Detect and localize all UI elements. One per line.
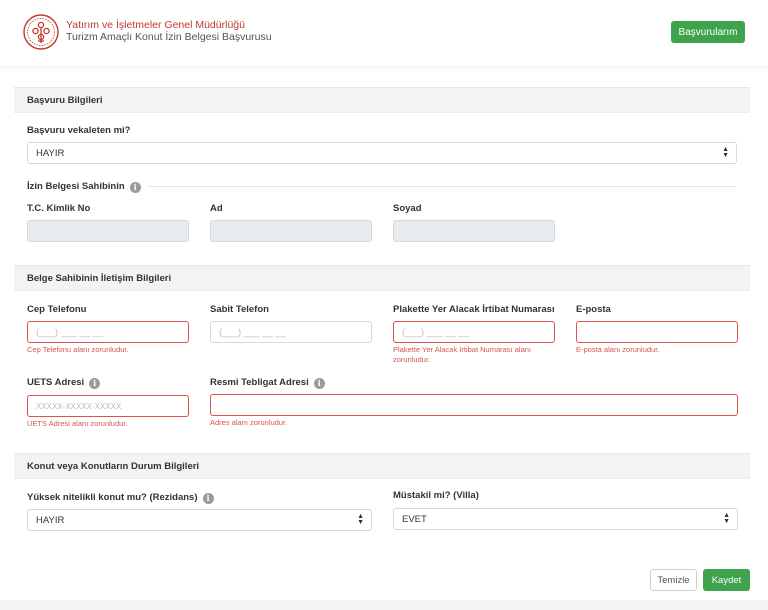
- residence-label: Yüksek nitelikli konut mu? (Rezidans): [27, 492, 198, 503]
- email-field[interactable]: [576, 321, 738, 343]
- email-error: E-posta alanı zorunludur.: [576, 345, 660, 354]
- app-subtitle: Turizm Amaçlı Konut İzin Belgesi Başvuru…: [66, 31, 272, 43]
- uets-field[interactable]: XXXXX-XXXXX-XXXXX: [27, 395, 189, 417]
- proxy-select[interactable]: HAYIR ▲ ▼: [27, 142, 737, 164]
- section-contact-info: Belge Sahibinin İletişim Bilgileri: [14, 265, 750, 291]
- mobile-phone-label: Cep Telefonu: [27, 304, 87, 315]
- heading-divider: [148, 186, 736, 187]
- plaque-phone-error: Plakette Yer Alacak İrtibat Numarası ala…: [393, 345, 531, 364]
- info-icon[interactable]: i: [129, 182, 141, 193]
- plaque-phone-label: Plakette Yer Alacak İrtibat Numarası: [393, 304, 555, 315]
- notice-address-error: Adres alanı zorunludur.: [210, 418, 288, 427]
- plaque-phone-field[interactable]: (___) ___ __ __: [393, 321, 555, 343]
- notice-address-label-row: Resmi Tebligat Adresi i: [210, 377, 325, 389]
- residence-label-row: Yüksek nitelikli konut mu? (Rezidans) i: [27, 492, 214, 504]
- residence-select[interactable]: HAYIR ▲ ▼: [27, 509, 372, 531]
- sort-arrows-icon: ▲ ▼: [357, 513, 364, 526]
- villa-select[interactable]: EVET ▲ ▼: [393, 508, 738, 530]
- tc-label: T.C. Kimlik No: [27, 203, 91, 214]
- mobile-phone-field[interactable]: (___) ___ __ __: [27, 321, 189, 343]
- first-name-label: Ad: [210, 203, 223, 214]
- info-icon[interactable]: i: [202, 493, 214, 504]
- section-title: Başvuru Bilgileri: [27, 95, 103, 106]
- proxy-question-label: Başvuru vekaleten mi?: [27, 125, 131, 136]
- first-name-field: [210, 220, 372, 242]
- info-icon[interactable]: i: [313, 378, 325, 389]
- page-footer-strip: [0, 600, 768, 610]
- section-title: Konut veya Konutların Durum Bilgileri: [27, 461, 200, 472]
- section-application-info: Başvuru Bilgileri: [14, 87, 750, 113]
- notice-address-field[interactable]: [210, 394, 738, 416]
- landline-label: Sabit Telefon: [210, 304, 269, 315]
- holder-heading: İzin Belgesi Sahibinin i: [27, 181, 141, 193]
- tc-field: [27, 220, 189, 242]
- info-icon[interactable]: i: [89, 378, 101, 389]
- section-property-info: Konut veya Konutların Durum Bilgileri: [14, 453, 750, 479]
- proxy-select-value: HAYIR: [36, 148, 65, 159]
- last-name-label: Soyad: [393, 203, 422, 214]
- sort-arrows-icon: ▲ ▼: [722, 146, 729, 159]
- notice-address-label: Resmi Tebligat Adresi: [210, 377, 309, 388]
- landline-field[interactable]: (___) ___ __ __: [210, 321, 372, 343]
- org-title: Yatırım ve İşletmeler Genel Müdürlüğü: [66, 19, 245, 31]
- villa-select-value: EVET: [402, 514, 427, 525]
- section-title: Belge Sahibinin İletişim Bilgileri: [27, 273, 172, 284]
- last-name-field: [393, 220, 555, 242]
- email-label: E-posta: [576, 304, 611, 315]
- uets-error: UETS Adresi alanı zorunludur.: [27, 419, 128, 428]
- sort-arrows-icon: ▲ ▼: [723, 512, 730, 525]
- save-button[interactable]: Kaydet: [703, 569, 750, 591]
- ministry-emblem-icon: [23, 14, 59, 50]
- villa-label: Müstakil mi? (Villa): [393, 490, 479, 501]
- holder-heading-text: İzin Belgesi Sahibinin: [27, 181, 125, 192]
- clear-button[interactable]: Temizle: [650, 569, 697, 591]
- uets-label: UETS Adresi: [27, 377, 85, 388]
- mobile-phone-error: Cep Telefonu alanı zorunludur.: [27, 345, 129, 354]
- residence-select-value: HAYIR: [36, 515, 65, 526]
- uets-label-row: UETS Adresi i: [27, 377, 101, 389]
- my-applications-button[interactable]: Başvurularım: [671, 21, 745, 43]
- app-header: Yatırım ve İşletmeler Genel Müdürlüğü Tu…: [0, 0, 768, 66]
